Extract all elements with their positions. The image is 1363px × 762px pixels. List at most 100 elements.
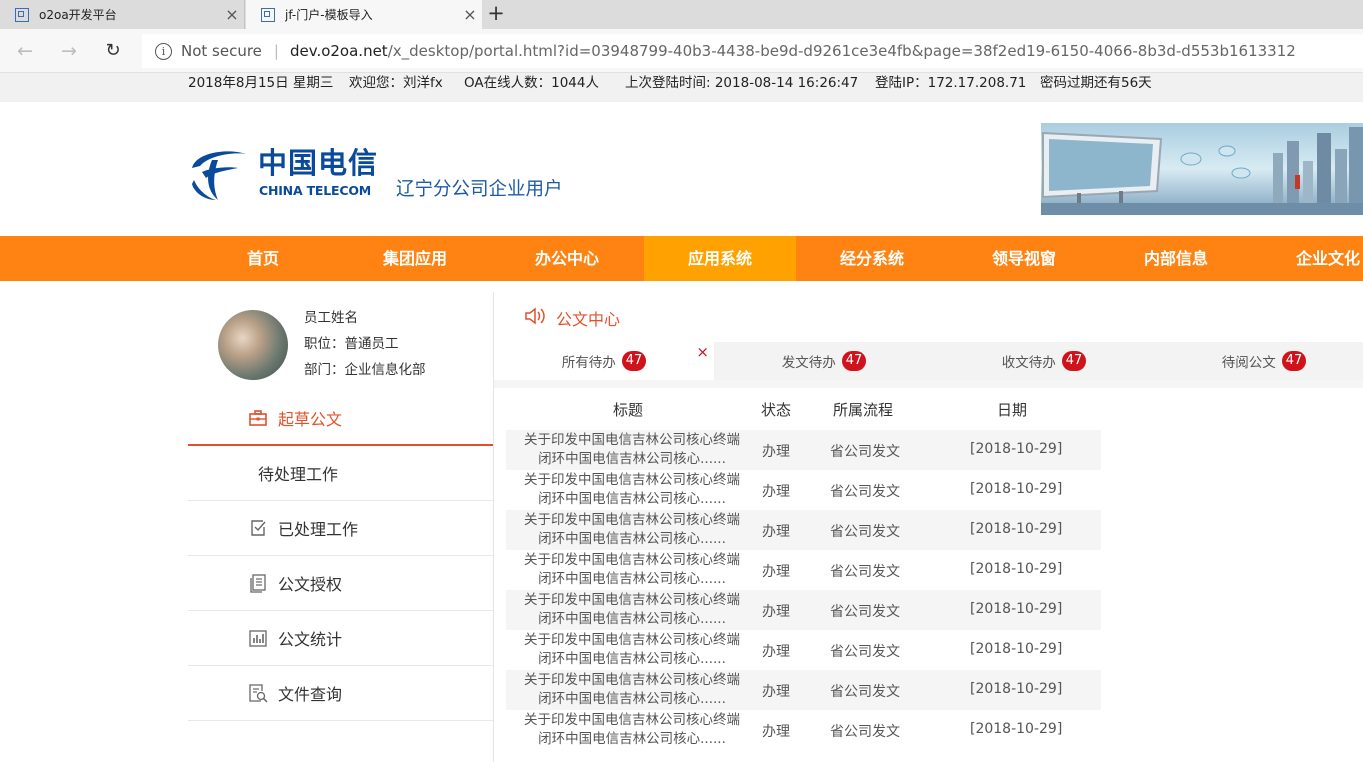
row-flow: 省公司发文	[830, 524, 900, 540]
tab-title: o2oa开发平台	[39, 8, 117, 22]
url-input[interactable]: i Not secure | dev.o2oa.net /x_desktop/p…	[142, 34, 1363, 68]
new-tab-button[interactable]: +	[482, 0, 510, 29]
tab-incoming-pending[interactable]: 收文待办 47	[934, 342, 1154, 380]
row-flow: 省公司发文	[830, 724, 900, 740]
menu-document-authorization[interactable]: 公文授权	[188, 556, 493, 611]
reload-button[interactable]: ↻	[98, 29, 128, 73]
nav-internal-info[interactable]: 内部信息	[1100, 236, 1252, 281]
row-title-line1: 关于印发中国电信吉林公司核心终端	[524, 432, 740, 448]
row-flow: 省公司发文	[830, 564, 900, 580]
row-date: [2018-10-29]	[970, 441, 1063, 457]
row-title-line1: 关于印发中国电信吉林公司核心终端	[524, 632, 740, 648]
logo-chinese-text: 中国电信	[258, 146, 379, 180]
header-title: 标题	[613, 401, 644, 419]
row-status: 办理	[762, 484, 790, 500]
security-label[interactable]: Not secure	[181, 42, 262, 60]
logo-english-text: CHINA TELECOM	[259, 183, 371, 198]
employee-position: 职位：普通员工	[304, 336, 399, 352]
menu-file-search[interactable]: 文件查询	[188, 666, 493, 721]
count-badge: 47	[1281, 351, 1307, 371]
header-date: 日期	[997, 401, 1028, 419]
row-title-line2: 闭环中国电信吉林公司核心......	[538, 491, 726, 507]
close-tab-icon[interactable]: ×	[458, 5, 482, 24]
nav-home[interactable]: 首页	[187, 236, 339, 281]
close-icon[interactable]: ×	[696, 342, 709, 362]
row-status: 办理	[762, 684, 790, 700]
welcome-text: 欢迎您：刘洋fx	[349, 75, 443, 91]
menu-pending-work[interactable]: 待处理工作	[188, 446, 493, 501]
header-flow: 所属流程	[833, 401, 894, 419]
bar-chart-icon	[249, 630, 267, 647]
row-title-link[interactable]: 关于印发中国电信吉林公司核心终端 闭环中国电信吉林公司核心......	[512, 711, 752, 749]
document-stack-icon	[250, 574, 266, 593]
row-title-link[interactable]: 关于印发中国电信吉林公司核心终端 闭环中国电信吉林公司核心......	[512, 671, 752, 709]
row-status: 办理	[762, 604, 790, 620]
url-divider: |	[273, 42, 279, 60]
document-table: 标题 状态 所属流程 日期 关于印发中国电信吉林公司核心终端 闭环中国电信吉林公司…	[506, 388, 1101, 750]
row-title-link[interactable]: 关于印发中国电信吉林公司核心终端 闭环中国电信吉林公司核心......	[512, 471, 752, 509]
table-row[interactable]: 关于印发中国电信吉林公司核心终端 闭环中国电信吉林公司核心...... 办理 省公司发…	[506, 590, 1101, 630]
row-status: 办理	[762, 724, 790, 740]
tab-label: 待阅公文	[1221, 355, 1276, 371]
row-title-line1: 关于印发中国电信吉林公司核心终端	[524, 512, 740, 528]
nav-analysis-system[interactable]: 经分系统	[796, 236, 948, 281]
count-badge: 47	[621, 351, 647, 371]
online-count: OA在线人数：1044人	[464, 75, 599, 91]
row-flow: 省公司发文	[830, 444, 900, 460]
table-row[interactable]: 关于印发中国电信吉林公司核心终端 闭环中国电信吉林公司核心...... 办理 省公司发…	[506, 430, 1101, 470]
tab-divider	[494, 380, 1363, 388]
last-login-time: 上次登陆时间: 2018-08-14 16:26:47	[625, 75, 859, 91]
url-path: /x_desktop/portal.html?id=03948799-40b3-…	[387, 42, 1296, 60]
row-title-link[interactable]: 关于印发中国电信吉林公司核心终端 闭环中国电信吉林公司核心......	[512, 431, 752, 469]
china-telecom-logo-icon[interactable]	[188, 146, 248, 202]
nav-corporate-culture[interactable]: 企业文化	[1252, 236, 1363, 281]
table-row[interactable]: 关于印发中国电信吉林公司核心终端 闭环中国电信吉林公司核心...... 办理 省公司发…	[506, 710, 1101, 750]
employee-name: 员工姓名	[304, 310, 358, 326]
avatar[interactable]	[218, 310, 288, 380]
menu-label: 文件查询	[278, 685, 343, 704]
left-sidebar: 员工姓名 职位：普通员工 部门：企业信息化部 起草公文 待处理工作 已处理工作 …	[188, 292, 494, 762]
table-row[interactable]: 关于印发中国电信吉林公司核心终端 闭环中国电信吉林公司核心...... 办理 省公司发…	[506, 630, 1101, 670]
employee-department: 部门：企业信息化部	[304, 362, 426, 378]
table-row[interactable]: 关于印发中国电信吉林公司核心终端 闭环中国电信吉林公司核心...... 办理 省公司发…	[506, 670, 1101, 710]
row-title-link[interactable]: 关于印发中国电信吉林公司核心终端 闭环中国电信吉林公司核心......	[512, 631, 752, 669]
row-flow: 省公司发文	[830, 644, 900, 660]
menu-processed-work[interactable]: 已处理工作	[188, 501, 493, 556]
current-date: 2018年8月15日 星期三	[188, 75, 334, 91]
row-date: [2018-10-29]	[970, 561, 1063, 577]
row-status: 办理	[762, 444, 790, 460]
page-favicon-icon	[15, 7, 29, 22]
row-title-line2: 闭环中国电信吉林公司核心......	[538, 531, 726, 547]
menu-document-statistics[interactable]: 公文统计	[188, 611, 493, 666]
forward-button[interactable]: →	[54, 29, 84, 73]
row-title-link[interactable]: 关于印发中国电信吉林公司核心终端 闭环中国电信吉林公司核心......	[512, 551, 752, 589]
table-row[interactable]: 关于印发中国电信吉林公司核心终端 闭环中国电信吉林公司核心...... 办理 省公司发…	[506, 550, 1101, 590]
row-title-line2: 闭环中国电信吉林公司核心......	[538, 571, 726, 587]
row-title-link[interactable]: 关于印发中国电信吉林公司核心终端 闭环中国电信吉林公司核心......	[512, 591, 752, 629]
browser-tab-portal[interactable]: jf-门户-模板导入 ×	[246, 0, 482, 29]
menu-draft-document[interactable]: 起草公文	[188, 391, 493, 446]
nav-group-apps[interactable]: 集团应用	[339, 236, 491, 281]
row-title-line2: 闭环中国电信吉林公司核心......	[538, 451, 726, 467]
row-status: 办理	[762, 564, 790, 580]
nav-leader-window[interactable]: 领导视窗	[948, 236, 1100, 281]
login-ip: 登陆IP：172.17.208.71	[875, 75, 1027, 91]
tab-outgoing-pending[interactable]: 发文待办 47	[714, 342, 934, 380]
address-bar: ← → ↻ i Not secure | dev.o2oa.net /x_des…	[0, 29, 1363, 73]
close-tab-icon[interactable]: ×	[220, 5, 244, 24]
browser-tab-o2oa[interactable]: o2oa开发平台 ×	[0, 0, 245, 29]
table-row[interactable]: 关于印发中国电信吉林公司核心终端 闭环中国电信吉林公司核心...... 办理 省公司发…	[506, 470, 1101, 510]
row-title-link[interactable]: 关于印发中国电信吉林公司核心终端 闭环中国电信吉林公司核心......	[512, 511, 752, 549]
briefcase-icon	[249, 409, 267, 426]
row-status: 办理	[762, 644, 790, 660]
info-icon[interactable]: i	[155, 42, 172, 60]
table-row[interactable]: 关于印发中国电信吉林公司核心终端 闭环中国电信吉林公司核心...... 办理 省公司发…	[506, 510, 1101, 550]
tab-all-pending[interactable]: 所有待办 47 ×	[494, 342, 714, 380]
tab-to-read[interactable]: 待阅公文 47	[1154, 342, 1363, 380]
nav-office-center[interactable]: 办公中心	[491, 236, 643, 281]
row-flow: 省公司发文	[830, 604, 900, 620]
back-button[interactable]: ←	[10, 29, 40, 73]
table-header: 标题 状态 所属流程 日期	[506, 388, 1101, 430]
nav-app-systems[interactable]: 应用系统	[644, 236, 796, 281]
count-badge: 47	[1061, 351, 1087, 371]
